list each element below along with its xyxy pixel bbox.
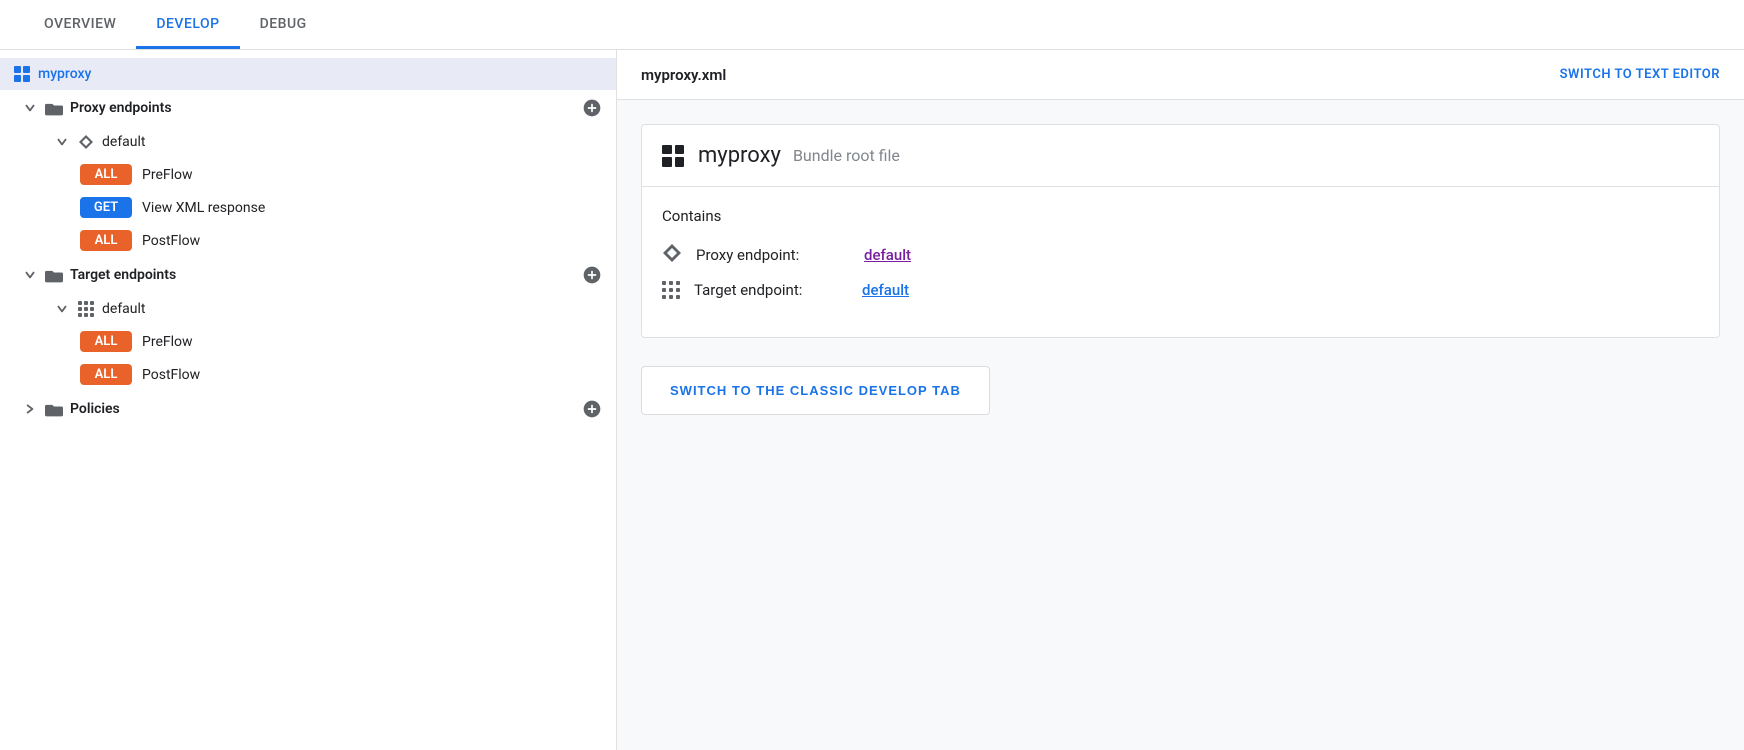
chevron-down-icon	[20, 265, 40, 285]
sidebar-item-proxy-postflow[interactable]: ALL PostFlow	[0, 224, 616, 257]
target-endpoint-row: Target endpoint: default	[662, 281, 1699, 299]
proxy-postflow-label: PostFlow	[142, 233, 604, 249]
sidebar-item-proxy-default[interactable]: default	[0, 126, 616, 158]
chevron-down-icon	[20, 98, 40, 118]
proxy-preflow-label: PreFlow	[142, 167, 604, 183]
proxy-endpoints-label: Proxy endpoints	[70, 100, 580, 116]
switch-to-text-editor-button[interactable]: SWITCH TO TEXT EDITOR	[1560, 67, 1720, 82]
folder-icon	[44, 399, 64, 419]
sidebar: myproxy Proxy endpoints	[0, 50, 617, 750]
chevron-down-icon	[52, 299, 72, 319]
file-title: myproxy.xml	[641, 66, 726, 84]
endpoint-diamond-icon	[662, 243, 682, 267]
bundle-card-body: Contains Proxy endpoint: default	[642, 187, 1719, 337]
tab-overview[interactable]: OVERVIEW	[24, 2, 136, 49]
contains-label: Contains	[662, 207, 1699, 225]
bundle-card-header: myproxy Bundle root file	[642, 125, 1719, 187]
proxy-default-label: default	[102, 134, 604, 150]
policies-label: Policies	[70, 401, 580, 417]
add-proxy-endpoint-button[interactable]	[580, 96, 604, 120]
proxy-get-label: View XML response	[142, 200, 604, 216]
nine-dot-icon	[76, 299, 96, 319]
bundle-four-square-icon	[662, 145, 684, 167]
main-layout: myproxy Proxy endpoints	[0, 50, 1744, 750]
sidebar-section-proxy-endpoints[interactable]: Proxy endpoints	[0, 90, 616, 126]
top-nav: OVERVIEW DEVELOP DEBUG	[0, 0, 1744, 50]
proxy-postflow-badge: ALL	[80, 230, 132, 251]
proxy-get-badge: GET	[80, 197, 132, 218]
proxy-endpoint-key: Proxy endpoint:	[696, 246, 856, 264]
tab-develop[interactable]: DEVELOP	[136, 2, 239, 49]
sidebar-item-proxy-get[interactable]: GET View XML response	[0, 191, 616, 224]
chevron-down-icon	[52, 132, 72, 152]
right-header: myproxy.xml SWITCH TO TEXT EDITOR	[617, 50, 1744, 100]
sidebar-item-target-postflow[interactable]: ALL PostFlow	[0, 358, 616, 391]
target-default-label: default	[102, 301, 604, 317]
right-panel: myproxy.xml SWITCH TO TEXT EDITOR my	[617, 50, 1744, 750]
bundle-subtitle: Bundle root file	[793, 146, 900, 165]
proxy-endpoint-row: Proxy endpoint: default	[662, 243, 1699, 267]
sidebar-section-policies[interactable]: Policies	[0, 391, 616, 427]
sidebar-item-proxy-preflow[interactable]: ALL PreFlow	[0, 158, 616, 191]
bundle-name: myproxy	[698, 143, 781, 168]
target-nine-dot-icon	[662, 281, 680, 299]
folder-icon	[44, 98, 64, 118]
target-preflow-label: PreFlow	[142, 334, 604, 350]
chevron-right-icon	[20, 399, 40, 419]
diamond-icon	[76, 132, 96, 152]
sidebar-item-target-preflow[interactable]: ALL PreFlow	[0, 325, 616, 358]
bundle-card: myproxy Bundle root file Contains Pro	[641, 124, 1720, 338]
proxy-endpoint-link[interactable]: default	[864, 246, 911, 264]
target-endpoints-label: Target endpoints	[70, 267, 580, 283]
tab-debug[interactable]: DEBUG	[240, 2, 327, 49]
myproxy-label: myproxy	[38, 66, 604, 82]
sidebar-section-target-endpoints[interactable]: Target endpoints	[0, 257, 616, 293]
target-endpoint-link[interactable]: default	[862, 281, 909, 299]
folder-icon	[44, 265, 64, 285]
proxy-preflow-badge: ALL	[80, 164, 132, 185]
add-target-endpoint-button[interactable]	[580, 263, 604, 287]
target-postflow-badge: ALL	[80, 364, 132, 385]
right-content: myproxy Bundle root file Contains Pro	[617, 100, 1744, 750]
sidebar-item-target-default[interactable]: default	[0, 293, 616, 325]
four-square-icon	[12, 64, 32, 84]
switch-classic-develop-tab-button[interactable]: SWITCH TO THE CLASSIC DEVELOP TAB	[641, 366, 990, 415]
target-postflow-label: PostFlow	[142, 367, 604, 383]
add-policy-button[interactable]	[580, 397, 604, 421]
target-endpoint-key: Target endpoint:	[694, 281, 854, 299]
target-preflow-badge: ALL	[80, 331, 132, 352]
sidebar-item-myproxy[interactable]: myproxy	[0, 58, 616, 90]
